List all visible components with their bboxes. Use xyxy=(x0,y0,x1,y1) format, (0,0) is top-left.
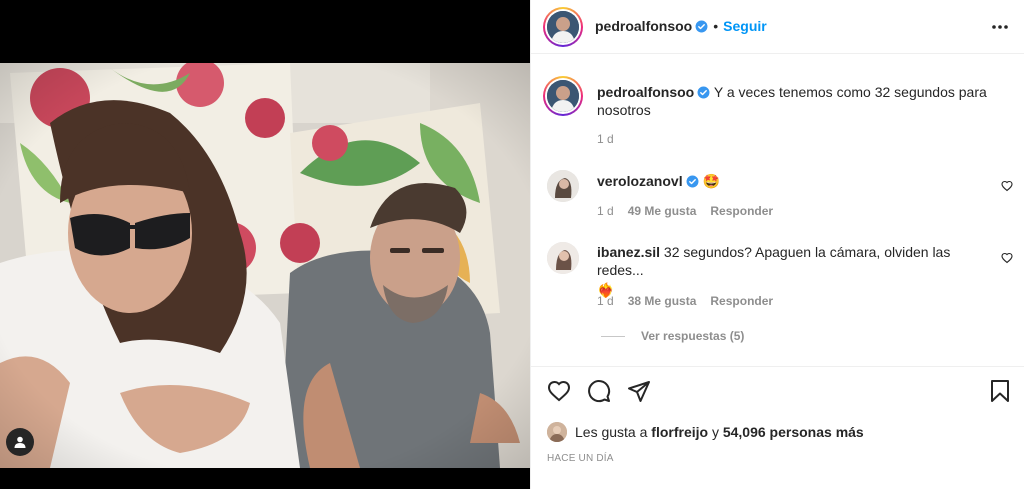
verified-icon xyxy=(695,20,708,33)
author-username[interactable]: pedroalfonsoo xyxy=(595,18,692,34)
bookmark-icon xyxy=(991,380,1009,402)
action-bar xyxy=(531,366,1024,418)
share-button[interactable] xyxy=(627,379,651,408)
likes-prefix: Les gusta a xyxy=(575,424,648,440)
verified-icon xyxy=(686,175,699,188)
caption-author-avatar[interactable] xyxy=(543,76,583,116)
user-tag-icon xyxy=(14,436,26,448)
liker-username[interactable]: florfreijo xyxy=(651,424,708,440)
comment-icon xyxy=(588,380,611,403)
post-timestamp[interactable]: HACE UN DÍA xyxy=(547,453,614,464)
verified-icon xyxy=(697,86,710,99)
comment-text: 🤩 xyxy=(702,173,720,189)
comment-likes[interactable]: 38 Me gusta xyxy=(628,294,697,308)
comment-likes[interactable]: 49 Me gusta xyxy=(628,204,697,218)
comment-username[interactable]: ibanez.sil xyxy=(597,244,660,260)
liker-avatar[interactable] xyxy=(547,422,567,442)
post-header: pedroalfonsoo • Seguir xyxy=(531,0,1024,54)
header-separator: • xyxy=(713,18,719,34)
comment-button[interactable] xyxy=(587,379,611,408)
comment-meta: 1 d 49 Me gusta Responder xyxy=(597,204,773,218)
commenter-avatar[interactable] xyxy=(547,242,579,274)
replies-divider xyxy=(601,335,625,337)
likes-count[interactable]: 54,096 personas más xyxy=(723,424,864,440)
author-avatar[interactable] xyxy=(543,7,583,47)
view-replies-button[interactable]: Ver respuestas (5) xyxy=(601,329,744,343)
comment-2: ibanez.sil 32 segundos? Apaguen la cámar… xyxy=(597,243,977,299)
post-media xyxy=(0,0,530,489)
comment-like-button[interactable] xyxy=(1001,251,1013,269)
caption-age: 1 d xyxy=(597,132,614,146)
reply-button[interactable]: Responder xyxy=(710,204,773,218)
heart-icon xyxy=(547,380,571,402)
user-tag-button[interactable] xyxy=(6,428,34,456)
comment-meta: 1 d 38 Me gusta Responder xyxy=(597,294,773,308)
caption-username[interactable]: pedroalfonsoo xyxy=(597,84,694,100)
view-replies-label: Ver respuestas (5) xyxy=(641,329,745,343)
comment-username[interactable]: verolozanovl xyxy=(597,173,683,189)
heart-icon xyxy=(1001,252,1013,264)
comment-like-button[interactable] xyxy=(1001,179,1013,197)
comment-age: 1 d xyxy=(597,294,614,308)
comment-age: 1 d xyxy=(597,204,614,218)
likes-summary: Les gusta a florfreijo y 54,096 personas… xyxy=(547,422,864,442)
comment-1: verolozanovl 🤩 xyxy=(597,172,1024,190)
save-button[interactable] xyxy=(989,379,1011,408)
follow-button[interactable]: Seguir xyxy=(723,18,767,34)
post-photo[interactable] xyxy=(0,63,530,468)
share-icon xyxy=(628,381,650,402)
like-button[interactable] xyxy=(547,379,571,408)
more-options-button[interactable] xyxy=(991,18,1009,41)
heart-icon xyxy=(1001,180,1013,192)
comments-section[interactable]: pedroalfonsoo Y a veces tenemos como 32 … xyxy=(531,55,1024,365)
post-caption: pedroalfonsoo Y a veces tenemos como 32 … xyxy=(597,83,987,119)
more-icon xyxy=(992,25,1008,29)
post-panel: pedroalfonsoo • Seguir pedroalfonsoo Y a v… xyxy=(530,0,1024,489)
commenter-avatar[interactable] xyxy=(547,170,579,202)
likes-middle: y xyxy=(711,424,719,440)
reply-button[interactable]: Responder xyxy=(710,294,773,308)
